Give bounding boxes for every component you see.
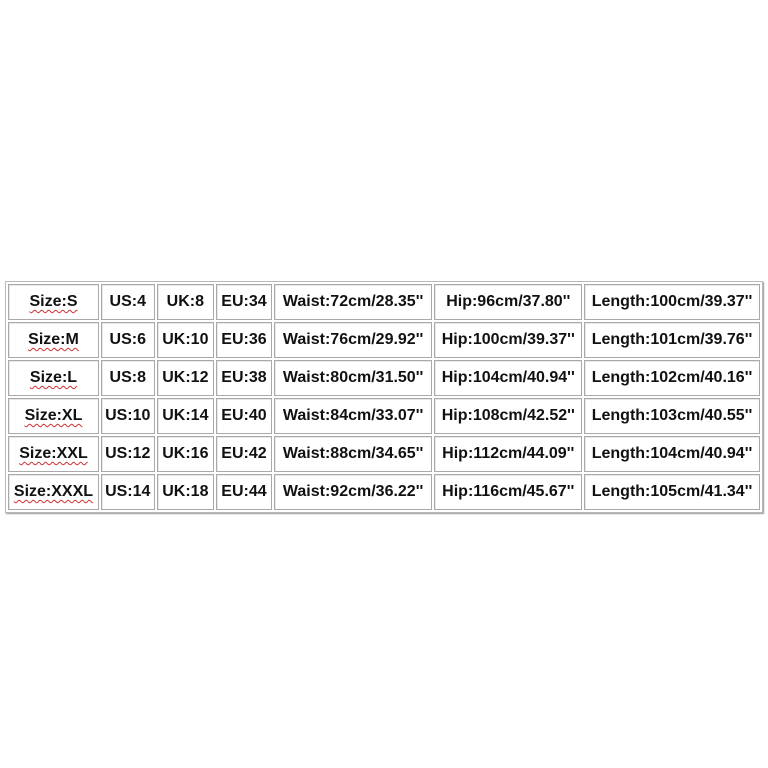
us-size-cell: US:10 <box>100 398 155 434</box>
hip-cell: Hip:112cm/44.09'' <box>434 436 583 472</box>
hip-cell: Hip:116cm/45.67'' <box>434 474 583 510</box>
hip-cell: Hip:104cm/40.94'' <box>434 360 583 396</box>
size-label-cell: Size:S <box>8 284 99 320</box>
waist-cell: Waist:72cm/28.35'' <box>273 284 433 320</box>
length-cell: Length:102cm/40.16'' <box>584 360 760 396</box>
size-label-cell: Size:L <box>8 360 99 396</box>
length-cell: Length:100cm/39.37'' <box>584 284 760 320</box>
us-size-cell: US:4 <box>100 284 155 320</box>
hip-cell: Hip:96cm/37.80'' <box>434 284 583 320</box>
hip-cell: Hip:108cm/42.52'' <box>434 398 583 434</box>
waist-cell: Waist:92cm/36.22'' <box>273 474 433 510</box>
size-label-cell: Size:XL <box>8 398 99 434</box>
eu-size-cell: EU:42 <box>216 436 272 472</box>
eu-size-cell: EU:38 <box>216 360 272 396</box>
uk-size-cell: UK:14 <box>156 398 215 434</box>
eu-size-cell: EU:34 <box>216 284 272 320</box>
eu-size-cell: EU:44 <box>216 474 272 510</box>
us-size-cell: US:14 <box>100 474 155 510</box>
uk-size-cell: UK:18 <box>156 474 215 510</box>
uk-size-cell: UK:12 <box>156 360 215 396</box>
size-row-m: Size:M US:6 UK:10 EU:36 Waist:76cm/29.92… <box>8 322 760 358</box>
waist-cell: Waist:84cm/33.07'' <box>273 398 433 434</box>
uk-size-cell: UK:10 <box>156 322 215 358</box>
uk-size-cell: UK:16 <box>156 436 215 472</box>
length-cell: Length:103cm/40.55'' <box>584 398 760 434</box>
size-label-cell: Size:M <box>8 322 99 358</box>
eu-size-cell: EU:40 <box>216 398 272 434</box>
eu-size-cell: EU:36 <box>216 322 272 358</box>
size-row-s: Size:S US:4 UK:8 EU:34 Waist:72cm/28.35'… <box>8 284 760 320</box>
size-label-cell: Size:XXXL <box>8 474 99 510</box>
length-cell: Length:105cm/41.34'' <box>584 474 760 510</box>
us-size-cell: US:6 <box>100 322 155 358</box>
length-cell: Length:104cm/40.94'' <box>584 436 760 472</box>
size-row-l: Size:L US:8 UK:12 EU:38 Waist:80cm/31.50… <box>8 360 760 396</box>
waist-cell: Waist:76cm/29.92'' <box>273 322 433 358</box>
waist-cell: Waist:88cm/34.65'' <box>273 436 433 472</box>
size-chart-table: Size:S US:4 UK:8 EU:34 Waist:72cm/28.35'… <box>5 281 763 513</box>
size-row-xxl: Size:XXL US:12 UK:16 EU:42 Waist:88cm/34… <box>8 436 760 472</box>
uk-size-cell: UK:8 <box>156 284 215 320</box>
waist-cell: Waist:80cm/31.50'' <box>273 360 433 396</box>
us-size-cell: US:12 <box>100 436 155 472</box>
hip-cell: Hip:100cm/39.37'' <box>434 322 583 358</box>
size-row-xxxl: Size:XXXL US:14 UK:18 EU:44 Waist:92cm/3… <box>8 474 760 510</box>
size-label-cell: Size:XXL <box>8 436 99 472</box>
size-row-xl: Size:XL US:10 UK:14 EU:40 Waist:84cm/33.… <box>8 398 760 434</box>
length-cell: Length:101cm/39.76'' <box>584 322 760 358</box>
us-size-cell: US:8 <box>100 360 155 396</box>
